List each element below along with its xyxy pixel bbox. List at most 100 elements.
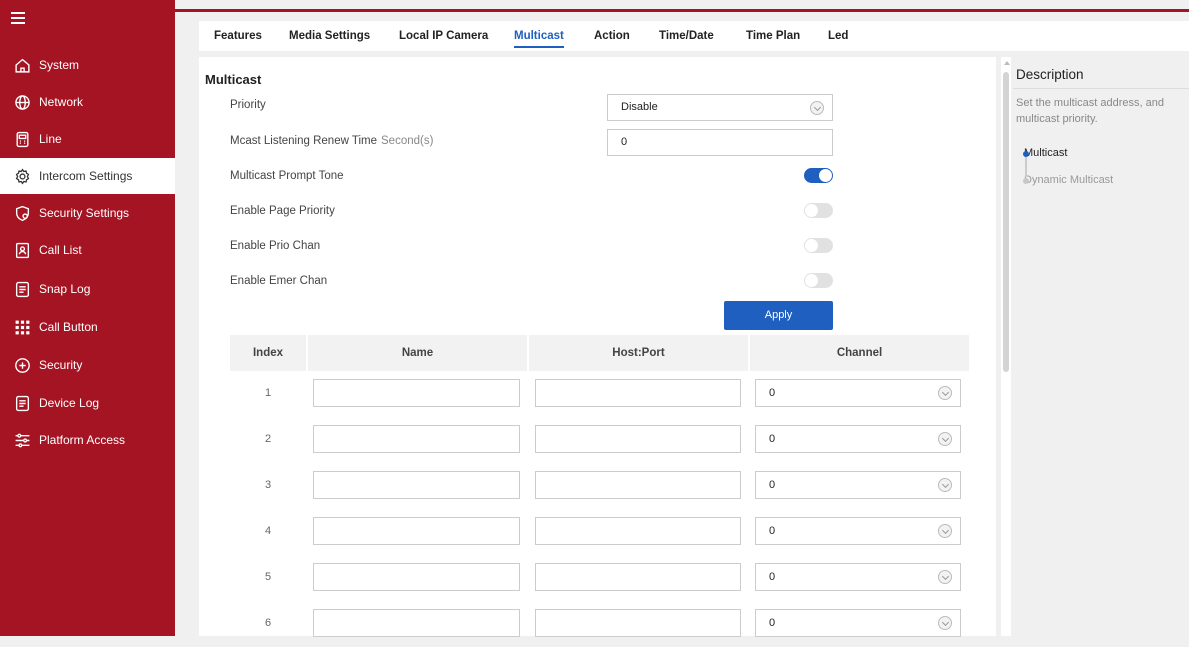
row-index: 3: [264, 479, 272, 491]
multicast-panel: Multicast Priority Disable Mcast Listeni…: [199, 57, 996, 637]
sidebar-item-system[interactable]: System: [0, 47, 175, 83]
sidebar-item-device-log[interactable]: Device Log: [0, 385, 175, 421]
page-priority-label: Enable Page Priority: [230, 205, 335, 217]
table-row: 2 0: [230, 417, 969, 463]
globe-icon: [13, 93, 31, 111]
apply-button[interactable]: Apply: [724, 301, 833, 330]
tab-action[interactable]: Action: [594, 21, 630, 51]
renew-time-label: Mcast Listening Renew Time Second(s): [230, 135, 433, 147]
toggle-knob: [805, 274, 818, 287]
sidebar-item-label: Device Log: [39, 396, 100, 410]
description-title: Description: [1016, 67, 1084, 82]
chevron-down-icon: [810, 101, 824, 115]
sidebar-item-label: Line: [39, 132, 62, 146]
renew-time-label-text: Mcast Listening Renew Time: [230, 135, 378, 147]
channel-value: 0: [769, 433, 776, 445]
plus-shield-icon: [13, 356, 31, 374]
prompt-tone-toggle[interactable]: [804, 168, 833, 183]
sidebar-item-intercom-settings[interactable]: Intercom Settings: [0, 158, 175, 194]
tab-led[interactable]: Led: [828, 21, 848, 51]
channel-select[interactable]: 0: [755, 425, 961, 453]
name-input[interactable]: [313, 379, 520, 407]
scroll-thumb[interactable]: [1003, 72, 1009, 372]
toggle-knob: [805, 239, 818, 252]
host-port-input[interactable]: [535, 517, 741, 545]
emer-chan-toggle[interactable]: [804, 273, 833, 288]
table-row: 1 0: [230, 371, 969, 417]
shield-icon: [13, 204, 31, 222]
chevron-down-icon: [938, 524, 952, 538]
name-input[interactable]: [313, 471, 520, 499]
name-input[interactable]: [313, 609, 520, 637]
sidebar-item-label: Intercom Settings: [39, 169, 133, 183]
prompt-tone-label: Multicast Prompt Tone: [230, 170, 344, 182]
host-port-input[interactable]: [535, 563, 741, 591]
name-input[interactable]: [313, 517, 520, 545]
sidebar-item-label: Platform Access: [39, 433, 126, 447]
sidebar-item-line[interactable]: Line: [0, 121, 175, 157]
sidebar-item-call-list[interactable]: Call List: [0, 232, 175, 268]
chevron-down-icon: [938, 570, 952, 584]
sidebar-item-label: Security: [39, 358, 83, 372]
tab-multicast[interactable]: Multicast: [514, 21, 564, 51]
anchor-inactive-dot: [1023, 178, 1029, 184]
name-input[interactable]: [313, 563, 520, 591]
channel-value: 0: [769, 525, 776, 537]
sidebar-item-security[interactable]: Security: [0, 347, 175, 383]
page-priority-toggle[interactable]: [804, 203, 833, 218]
channel-select[interactable]: 0: [755, 517, 961, 545]
sidebar-item-network[interactable]: Network: [0, 84, 175, 120]
sidebar-item-snap-log[interactable]: Snap Log: [0, 271, 175, 307]
toggle-knob: [819, 169, 832, 182]
channel-value: 0: [769, 617, 776, 629]
scroll-up-arrow-icon[interactable]: [1004, 61, 1010, 65]
channel-value: 0: [769, 479, 776, 491]
header-index: Index: [252, 347, 284, 359]
sidebar-item-platform-access[interactable]: Platform Access: [0, 422, 175, 458]
channel-select[interactable]: 0: [755, 609, 961, 637]
channel-select[interactable]: 0: [755, 471, 961, 499]
tab-time-date[interactable]: Time/Date: [659, 21, 714, 51]
document-icon: [13, 280, 31, 298]
prio-chan-toggle[interactable]: [804, 238, 833, 253]
tab-time-plan[interactable]: Time Plan: [746, 21, 800, 51]
top-accent-line: [175, 9, 1189, 12]
table-row: 6 0: [230, 601, 969, 647]
priority-select[interactable]: Disable: [607, 94, 833, 121]
channel-value: 0: [769, 571, 776, 583]
sidebar-item-label: Call List: [39, 243, 82, 257]
tab-local-ip-camera[interactable]: Local IP Camera: [399, 21, 488, 51]
chevron-down-icon: [938, 386, 952, 400]
channel-select[interactable]: 0: [755, 563, 961, 591]
sidebar-item-security-settings[interactable]: Security Settings: [0, 195, 175, 231]
host-port-input[interactable]: [535, 425, 741, 453]
tab-features[interactable]: Features: [214, 21, 262, 51]
tab-media-settings[interactable]: Media Settings: [289, 21, 370, 51]
table-header: Index Name Host:Port Channel: [230, 335, 969, 371]
section-title: Multicast: [205, 72, 262, 87]
description-text: Set the multicast address, and multicast…: [1016, 97, 1164, 125]
renew-time-unit: Second(s): [381, 135, 434, 147]
prio-chan-label: Enable Prio Chan: [230, 240, 321, 252]
host-port-input[interactable]: [535, 609, 741, 637]
sidebar-item-call-button[interactable]: Call Button: [0, 309, 175, 345]
sidebar: System Network Line Intercom Settings Se…: [0, 0, 175, 636]
toggle-knob: [805, 204, 818, 217]
host-port-input[interactable]: [535, 379, 741, 407]
channel-select[interactable]: 0: [755, 379, 961, 407]
main-scrollbar[interactable]: [1001, 57, 1011, 636]
host-port-input[interactable]: [535, 471, 741, 499]
anchor-multicast[interactable]: Multicast: [1024, 147, 1067, 159]
table-row: 3 0: [230, 463, 969, 509]
document-icon: [13, 394, 31, 412]
name-input[interactable]: [313, 425, 520, 453]
sidebar-item-label: Network: [39, 95, 84, 109]
row-index: 2: [264, 433, 272, 445]
menu-toggle-icon[interactable]: [11, 12, 25, 26]
table-row: 4 0: [230, 509, 969, 555]
anchor-dynamic-multicast[interactable]: Dynamic Multicast: [1024, 174, 1113, 186]
renew-time-input[interactable]: 0: [607, 129, 833, 156]
home-icon: [13, 56, 31, 74]
row-index: 5: [264, 571, 272, 583]
priority-value: Disable: [621, 101, 658, 113]
